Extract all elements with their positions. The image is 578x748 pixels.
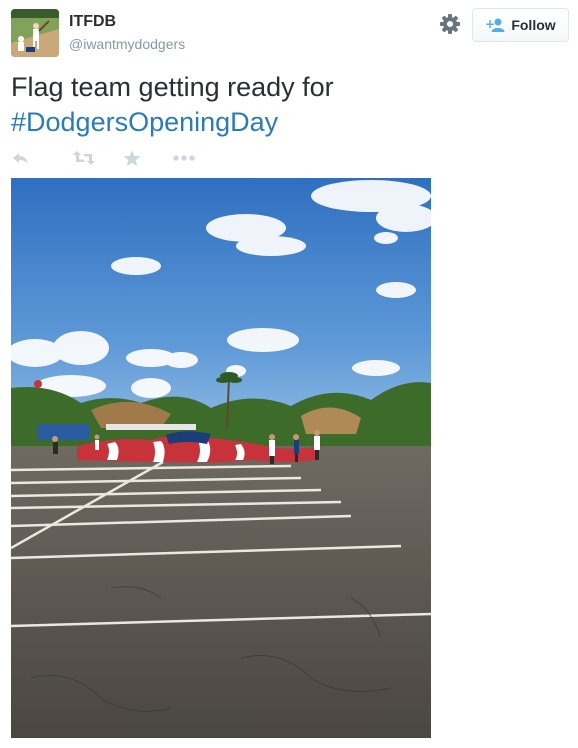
hashtag-link[interactable]: #DodgersOpeningDay — [11, 105, 551, 140]
tweet-body-text: Flag team getting ready for — [11, 72, 334, 102]
more-button[interactable] — [173, 155, 195, 161]
tweet-text: Flag team getting ready for #DodgersOpen… — [11, 70, 551, 140]
tweet-actions — [11, 148, 195, 168]
tweet-photo[interactable] — [11, 178, 431, 738]
user-handle[interactable]: @iwantmydodgers — [69, 36, 185, 52]
reply-button[interactable] — [11, 150, 73, 166]
follow-button-label: Follow — [511, 17, 556, 33]
user-name[interactable]: ITFDB — [69, 13, 116, 31]
retweet-icon — [73, 151, 95, 165]
reply-icon — [13, 153, 28, 164]
baseball-player-avatar-icon — [11, 9, 59, 57]
favorite-star-icon — [123, 150, 141, 166]
gear-icon[interactable] — [439, 13, 461, 35]
add-user-icon: + — [485, 17, 505, 32]
tweet-card: ITFDB @iwantmydodgers + Follow Flag team… — [0, 0, 578, 748]
more-dots-icon — [173, 155, 195, 161]
follow-button[interactable]: + Follow — [472, 8, 569, 42]
user-avatar[interactable] — [11, 9, 59, 57]
retweet-button[interactable] — [73, 150, 123, 166]
favorite-button[interactable] — [123, 150, 173, 167]
parking-lot-flag-photo — [11, 178, 431, 738]
